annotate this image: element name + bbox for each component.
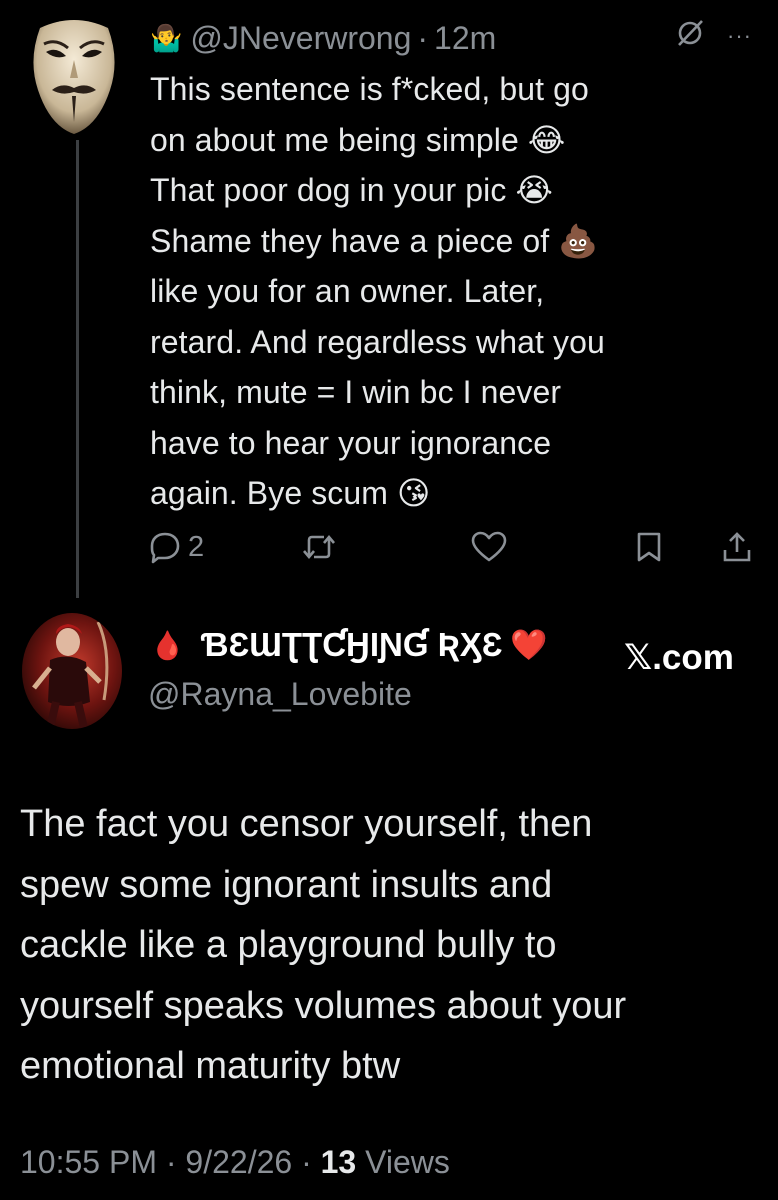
share-button[interactable] [720,530,754,564]
x-com-watermark: 𝕏.com [624,638,734,677]
post-body: The fact you censor yourself, then spew … [20,803,627,1087]
reply-top-icons: ··· [675,18,752,53]
reply-button[interactable]: 2 [148,530,204,564]
separator-dot: · [301,1144,312,1180]
share-icon [723,532,751,562]
mask-avatar-icon [22,18,126,136]
author-handle[interactable]: @Rayna_Lovebite [148,676,412,713]
avatar[interactable] [22,18,126,136]
post-date[interactable]: 9/22/26 [185,1144,292,1180]
separator-dot: · [165,1144,177,1180]
reply-action-bar: 2 [148,530,768,570]
profile-avatar-icon [20,612,124,730]
separator-dot: · [417,19,429,56]
repost-icon [303,534,335,560]
avatar[interactable] [20,612,124,730]
thread-line [76,140,79,598]
comment-icon [150,532,180,564]
author-display-name[interactable]: ƁƐƜƮƮƇӇӀƝƓ ƦӼƐ [201,626,503,664]
post-time[interactable]: 10:55 PM [20,1144,157,1180]
author-line: 🩸 ƁƐƜƮƮƇӇӀƝƓ ƦӼƐ ❤️ [150,626,548,664]
bookmark-icon [637,532,661,562]
views-label: Views [365,1144,450,1180]
repost-button[interactable] [300,530,338,564]
heart-icon [471,531,507,562]
reply-time[interactable]: 12m [434,20,496,57]
reply-body: This sentence is f*cked, but go on about… [150,71,605,511]
reply-handle[interactable]: @JNeverwrong [190,20,411,57]
red-heart-icon: ❤️ [510,628,548,662]
blood-drop-icon: 🩸 [150,629,185,661]
bookmark-button[interactable] [634,530,664,564]
shrug-emoji-icon: 🤷‍♂️ [150,22,183,53]
reply-count: 2 [188,530,205,563]
like-button[interactable] [470,530,508,564]
reply-header: 🤷‍♂️ @JNeverwrong · 12m [150,18,496,58]
post-meta: 10:55 PM · 9/22/26 · 13 Views [20,1144,450,1181]
more-options-icon[interactable]: ··· [727,23,752,49]
grok-icon[interactable] [675,18,705,53]
views-count[interactable]: 13 [321,1144,357,1180]
